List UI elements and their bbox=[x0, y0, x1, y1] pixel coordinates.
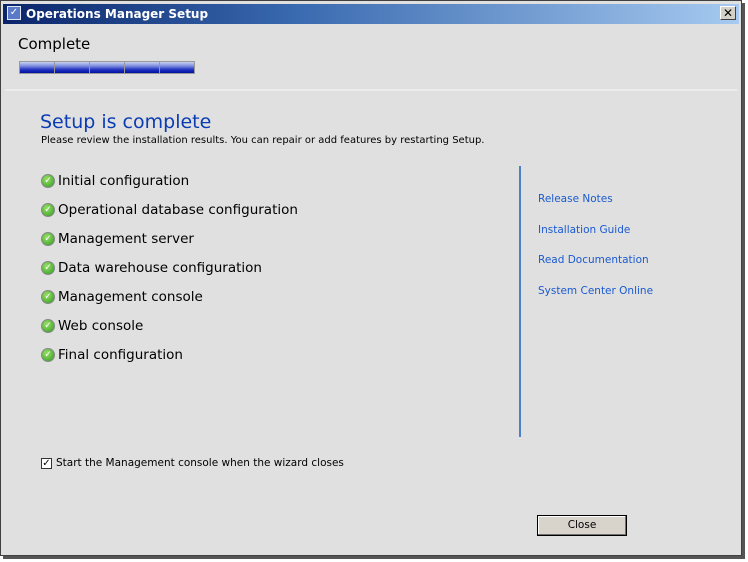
success-check-icon: ✓ bbox=[41, 202, 55, 217]
progress-segment bbox=[125, 62, 159, 73]
result-item: ✓ Initial configuration bbox=[41, 166, 298, 195]
success-check-icon: ✓ bbox=[41, 318, 55, 333]
progress-bar bbox=[19, 61, 195, 74]
step-title: Complete bbox=[18, 35, 91, 53]
window-title: Operations Manager Setup bbox=[26, 7, 209, 21]
result-item: ✓ Data warehouse configuration bbox=[41, 253, 298, 282]
header-divider bbox=[5, 89, 737, 91]
result-item: ✓ Management console bbox=[41, 282, 298, 311]
result-item: ✓ Final configuration bbox=[41, 340, 298, 369]
app-icon: ✓ bbox=[7, 6, 21, 20]
link-release-notes[interactable]: Release Notes bbox=[538, 193, 653, 224]
success-check-icon: ✓ bbox=[41, 347, 55, 362]
window-close-button[interactable]: ✕ bbox=[720, 6, 736, 20]
result-item: ✓ Management server bbox=[41, 224, 298, 253]
result-label: Final configuration bbox=[58, 346, 183, 363]
links-panel: Release Notes Installation Guide Read Do… bbox=[538, 193, 653, 315]
result-label: Data warehouse configuration bbox=[58, 259, 262, 276]
results-list: ✓ Initial configuration ✓ Operational data… bbox=[41, 166, 298, 369]
progress-segment bbox=[90, 62, 124, 73]
setup-window: ✓ Operations Manager Setup ✕ Complete Se… bbox=[0, 0, 742, 556]
result-item: ✓ Operational database configuration bbox=[41, 195, 298, 224]
result-label: Web console bbox=[58, 317, 144, 334]
link-system-center-online[interactable]: System Center Online bbox=[538, 285, 653, 316]
success-check-icon: ✓ bbox=[41, 289, 55, 304]
page-heading: Setup is complete bbox=[40, 111, 212, 133]
result-item: ✓ Web console bbox=[41, 311, 298, 340]
result-label: Initial configuration bbox=[58, 172, 190, 189]
close-button[interactable]: Close bbox=[537, 515, 627, 536]
success-check-icon: ✓ bbox=[41, 173, 55, 188]
title-bar[interactable]: ✓ Operations Manager Setup ✕ bbox=[3, 4, 739, 24]
start-console-checkbox[interactable]: ✓ bbox=[41, 457, 52, 469]
result-label: Management server bbox=[58, 230, 194, 247]
start-console-label[interactable]: Start the Management console when the wi… bbox=[56, 457, 344, 469]
progress-segment bbox=[55, 62, 89, 73]
result-label: Management console bbox=[58, 288, 203, 305]
start-console-option[interactable]: ✓ Start the Management console when the … bbox=[41, 457, 344, 469]
links-divider bbox=[519, 166, 521, 437]
link-installation-guide[interactable]: Installation Guide bbox=[538, 224, 653, 255]
success-check-icon: ✓ bbox=[41, 260, 55, 275]
result-label: Operational database configuration bbox=[58, 201, 298, 218]
progress-segment bbox=[160, 62, 194, 73]
page-subtitle: Please review the installation results. … bbox=[41, 135, 485, 146]
link-read-documentation[interactable]: Read Documentation bbox=[538, 254, 653, 285]
progress-segment bbox=[20, 62, 54, 73]
success-check-icon: ✓ bbox=[41, 231, 55, 246]
